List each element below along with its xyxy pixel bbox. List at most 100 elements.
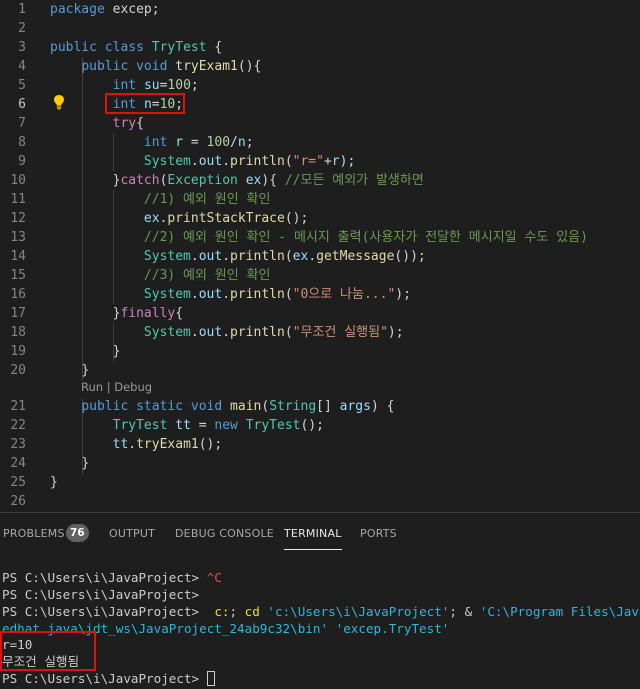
code-token: ex [143,211,160,226]
code-token: tryExam1 [175,59,238,74]
code-line[interactable]: 10 }catch(Exception ex){ //모든 예외가 발생하면 [0,171,640,190]
code-line[interactable]: 1 package excep; [0,0,640,19]
tab-debug-console[interactable]: DEBUG CONSOLE [175,527,274,540]
tab-ports[interactable]: PORTS [360,527,397,540]
code-line[interactable]: 18 System.out.println("무조건 실행됨"); [0,323,640,342]
code-token: { [206,40,223,55]
code-token: ; [190,78,199,93]
code-token: TryTest [151,40,207,55]
code-token: getMessage [316,249,395,264]
tab-output[interactable]: OUTPUT [109,527,155,540]
line-number: 10 [10,173,26,188]
run-debug-codelens[interactable]: Run | Debug [81,378,152,397]
code-line[interactable]: 6 int n=10; [0,95,640,114]
line-number: 5 [18,78,26,93]
terminal-token: PS C:\Users\i\JavaProject> [2,671,207,686]
problems-count-badge: 76 [66,524,89,542]
terminal-token: PS C:\Users\i\JavaProject> [2,604,215,619]
code-editor[interactable]: 1 package excep; 2 3 public class TryTest {4… [0,0,640,512]
code-line[interactable]: 21 public static void main(String[] args… [0,397,640,416]
code-token: (); [198,437,223,452]
tab-terminal[interactable]: TERMINAL [284,527,342,550]
code-text: ex.printStackTrace(); [50,209,308,228]
code-line[interactable]: 8 int r = 100/n; [0,133,640,152]
code-line[interactable]: 14 System.out.println(ex.getMessage()); [0,247,640,266]
code-line[interactable]: 16 System.out.println("0으로 나눔..."); [0,285,640,304]
code-line[interactable]: 5 int su=100; [0,76,640,95]
code-token: out [198,287,223,302]
code-token: . [222,325,231,340]
code-line[interactable]: 3 public class TryTest { [0,38,640,57]
line-number: 15 [10,268,26,283]
code-line[interactable]: 22 TryTest tt = new TryTest(); [0,416,640,435]
line-number: 8 [18,135,26,150]
code-token: ex [292,249,309,264]
code-token: ( [261,399,270,414]
line-number: 25 [10,475,26,490]
code-token: //3) 예외 원인 확인 [143,268,271,283]
code-token: ); [339,154,356,169]
code-line[interactable]: 15 //3) 예외 원인 확인 [0,266,640,285]
code-token: ){ [261,173,285,188]
code-token: class [104,40,144,55]
code-line[interactable]: 25} [0,473,640,492]
code-line[interactable]: 24 } [0,454,640,473]
lightbulb-icon[interactable] [52,94,66,110]
code-line[interactable]: 13 //2) 예외 원인 확인 - 메시지 출력(사용자가 전달한 메시지일 … [0,228,640,247]
terminal-line: PS C:\Users\i\JavaProject> ^C [2,569,222,586]
terminal-token: cd [244,604,260,619]
code-token: out [198,325,223,340]
code-token: tryExam1 [136,437,199,452]
terminal-token: 'C:\Program Files\Java\jdk-1 [479,604,640,619]
code-line[interactable]: 17 }finally{ [0,304,640,323]
code-text: } [50,473,58,492]
highlight-box [105,93,185,114]
code-text: int r = 100/n; [50,133,254,152]
terminal-token: 'excep.TryTest' [335,621,450,636]
line-number: 1 [18,2,26,17]
code-token: printStackTrace [167,211,285,226]
code-line[interactable]: 26 [0,492,640,511]
code-token: main [230,399,262,414]
line-number: 12 [10,211,26,226]
code-token: r [175,135,184,150]
code-token: System [143,287,191,302]
code-text: try{ [50,114,144,133]
tab-problems[interactable]: PROBLEMS [3,527,65,540]
code-line[interactable]: 19 } [0,342,640,361]
code-line[interactable]: 4 public void tryExam1(){ [0,57,640,76]
line-number: 16 [10,287,26,302]
code-token: { [136,116,144,131]
line-number: 13 [10,230,26,245]
code-line[interactable]: 11 //1) 예외 원인 확인 [0,190,640,209]
code-line[interactable]: 2 [0,19,640,38]
code-token: } [81,363,90,378]
code-token: 100 [167,78,191,93]
code-text: } [50,454,89,473]
line-number: 7 [18,116,26,131]
line-number: 23 [10,437,26,452]
terminal-token: PS C:\Users\i\JavaProject> [2,570,207,585]
line-number: 14 [10,249,26,264]
code-line[interactable]: 9 System.out.println("r="+r); [0,152,640,171]
code-token: println [230,154,285,169]
code-line[interactable]: 12 ex.printStackTrace(); [0,209,640,228]
code-token: . [190,154,199,169]
code-line[interactable]: 23 tt.tryExam1(); [0,435,640,454]
code-line[interactable]: 7 try{ [0,114,640,133]
code-token: public [50,40,97,55]
code-text: package excep; [50,0,160,19]
